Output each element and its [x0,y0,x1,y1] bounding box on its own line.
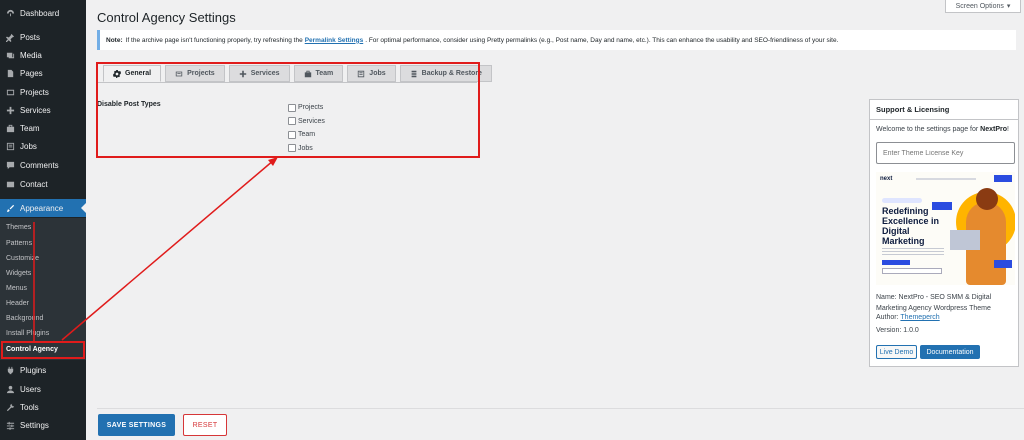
preview-laptop [950,230,980,250]
preview-cta [994,175,1012,182]
sidebar-item-label: Jobs [20,141,37,151]
documentation-button[interactable]: Documentation [920,345,980,359]
sidebar-item-label: Team [20,123,40,133]
pin-icon [5,32,15,42]
footer-divider [97,408,1024,409]
license-key-input[interactable] [876,142,1015,164]
support-licensing-card: Support & Licensing Welcome to the setti… [869,99,1019,367]
author-link[interactable]: Themeperch [900,314,939,321]
welcome-prefix: Welcome to the settings page for [876,126,979,133]
submenu-item-install-plugins[interactable]: Install Plugins [6,330,49,337]
sidebar-item-label: Settings [20,420,49,430]
submenu-item-header[interactable]: Header [6,300,29,307]
sidebar-item-label: Comments [20,160,59,170]
submenu-item-patterns[interactable]: Patterns [6,240,32,247]
services-icon [5,105,15,115]
sidebar-item-label: Pages [20,68,43,78]
jobs-icon [5,141,15,151]
submenu-item-widgets[interactable]: Widgets [6,270,31,277]
caret-down-icon: ▾ [1006,3,1011,10]
sidebar-item-label: Services [20,105,51,115]
live-demo-button[interactable]: Live Demo [876,345,917,359]
mail-icon [5,179,15,189]
submenu-item-customize[interactable]: Customize [6,255,39,262]
brush-icon [5,203,15,213]
control-agency-highlight [1,341,85,359]
submenu-item-background[interactable]: Background [6,315,43,322]
author-label: Author: [876,314,899,321]
sidebar-item-label: Tools [20,402,39,412]
preview-nav [916,178,976,180]
screen-options-button[interactable]: Screen Options ▾ [945,0,1021,13]
preview-text [882,248,944,256]
appearance-submenu: Themes Patterns Customize Widgets Menus … [0,218,86,360]
preview-badge-2 [994,260,1012,268]
sidebar-item-label: Contact [20,179,48,189]
sidebar-item-label: Appearance [20,203,64,213]
permalink-settings-link[interactable]: Permalink Settings [305,37,364,44]
sidebar-item-posts[interactable]: Posts [0,28,86,46]
sidebar-item-label: Users [20,384,41,394]
sidebar-item-tools[interactable]: Tools [0,398,86,416]
sidebar-item-label: Plugins [20,365,47,375]
permalink-notice: Note: If the archive page isn't function… [97,30,1016,50]
sidebar-item-label: Projects [20,87,49,97]
wrench-icon [5,402,15,412]
sidebar-item-media[interactable]: Media [0,46,86,64]
screen-options-label: Screen Options [955,2,1004,10]
preview-headline: Redefining Excellence in Digital Marketi… [882,206,940,246]
reset-button[interactable]: RESET [183,414,227,436]
preview-logo: next [880,176,893,182]
preview-badge [932,202,952,210]
theme-name: NextPro [980,126,1008,133]
projects-icon [5,87,15,97]
media-icon [5,50,15,60]
notice-label: Note: [106,36,123,44]
sidebar-item-contact[interactable]: Contact [0,175,86,193]
sidebar-item-team[interactable]: Team [0,119,86,137]
sidebar-item-settings[interactable]: Settings [0,416,86,434]
user-icon [5,384,15,394]
save-settings-button[interactable]: SAVE SETTINGS [98,414,175,436]
page-title: Control Agency Settings [97,10,236,25]
settings-icon [5,420,15,430]
settings-highlight-box [96,62,480,158]
sidebar-item-users[interactable]: Users [0,380,86,398]
dashboard-icon [5,8,15,18]
sidebar-item-label: Dashboard [20,8,60,18]
submenu-item-menus[interactable]: Menus [6,285,27,292]
comment-icon [5,160,15,170]
admin-sidebar: Dashboard Posts Media Pages Projects Ser… [0,0,86,440]
plugin-icon [5,365,15,375]
arrow-head [268,157,278,166]
theme-version: Version: 1.0.0 [876,327,919,334]
preview-pill [882,198,922,203]
sidebar-item-services[interactable]: Services [0,101,86,119]
notice-text-before: If the archive page isn't functioning pr… [125,36,303,44]
theme-preview-image: next Redefining Excellence in Digital Ma… [876,172,1015,285]
welcome-text: Welcome to the settings page for NextPro… [876,126,1009,133]
diagonal-arrow-line [61,159,275,341]
preview-button [882,260,910,265]
sidebar-item-label: Posts [20,32,41,42]
sidebar-item-jobs[interactable]: Jobs [0,137,86,155]
page-icon [5,68,15,78]
sidebar-item-dashboard[interactable]: Dashboard [0,4,86,22]
theme-author: Author: Themeperch [876,314,940,321]
sidebar-item-pages[interactable]: Pages [0,64,86,82]
sidebar-item-projects[interactable]: Projects [0,83,86,101]
sidebar-item-appearance[interactable]: Appearance [0,199,86,217]
preview-person-head [976,188,998,210]
notice-text-after: . For optimal performance, consider usin… [365,36,839,44]
sidebar-item-plugins[interactable]: Plugins [0,361,86,379]
card-title: Support & Licensing [870,100,1018,120]
preview-field [882,268,942,274]
welcome-suffix: ! [1007,126,1009,133]
team-icon [5,123,15,133]
submenu-item-themes[interactable]: Themes [6,224,31,231]
sidebar-item-comments[interactable]: Comments [0,156,86,174]
sidebar-item-label: Media [20,50,42,60]
theme-name-line: Name: NextPro - SEO SMM & Digital Market… [876,294,992,312]
